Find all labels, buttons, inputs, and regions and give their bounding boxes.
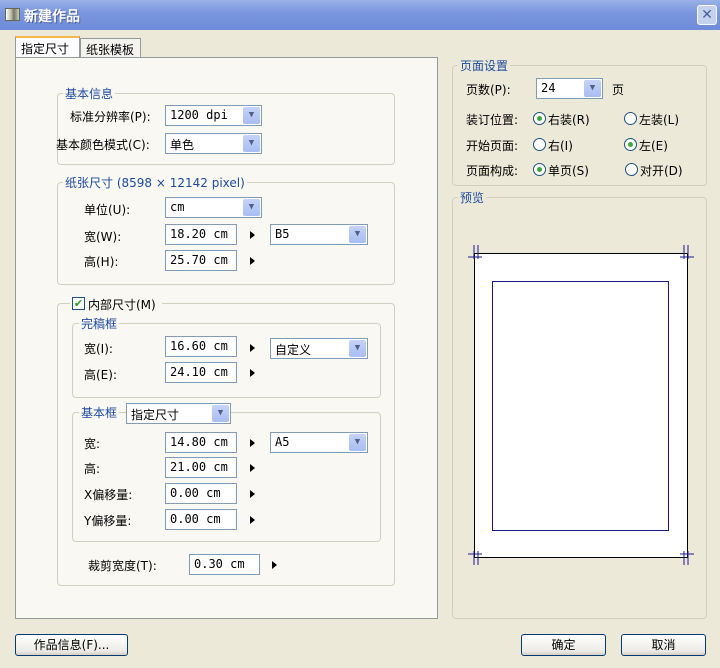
layout-spread-radio[interactable] [625,163,638,176]
chevron-down-icon: ▼ [349,434,366,451]
layout-label: 页面构成: [466,164,519,178]
unit-value: cm [170,200,185,214]
finish-preset-value: 自定义 [275,343,312,357]
basic-info-legend: 基本信息 [63,85,116,102]
basic-width-label: 宽: [84,437,101,451]
ok-button[interactable]: 确定 [521,634,606,656]
start-left-label[interactable]: 左(E) [639,137,668,154]
play-arrow-icon[interactable] [250,369,255,377]
finish-frame-legend: 完稿框 [79,315,120,332]
basic-height-label: 高: [84,462,101,476]
pages-value: 24 [541,81,556,95]
pages-unit: 页 [612,83,625,97]
basic-width-input[interactable]: 14.80 cm [165,432,237,453]
start-page-label: 开始页面: [466,139,519,153]
color-mode-select[interactable]: 单色 ▼ [165,133,262,154]
page-preview [468,245,694,565]
basic-frame-mode-select[interactable]: 指定尺寸 ▼ [126,403,231,424]
chevron-down-icon: ▼ [584,80,601,97]
paper-height-input[interactable]: 25.70 cm [165,250,237,271]
pages-label: 页数(P): [466,83,511,97]
unit-label: 单位(U): [84,203,131,217]
window-title: 新建作品 [24,9,80,25]
resolution-value: 1200 dpi [170,108,228,122]
work-info-button[interactable]: 作品信息(F)... [15,634,128,656]
play-arrow-icon[interactable] [272,561,277,569]
play-arrow-icon[interactable] [250,464,255,472]
chevron-down-icon: ▼ [243,135,260,152]
layout-single-label[interactable]: 单页(S) [548,162,589,179]
basic-frame-mode-value: 指定尺寸 [131,408,180,422]
bleed-input[interactable]: 0.30 cm [189,554,260,575]
finish-height-input[interactable]: 24.10 cm [165,362,237,383]
basic-frame-legend: 基本框 [79,404,120,421]
x-offset-input[interactable]: 0.00 cm [165,483,237,504]
binding-left-label[interactable]: 左装(L) [639,111,679,128]
tab-paper-template[interactable]: 纸张模板 [80,38,141,58]
color-mode-value: 单色 [170,138,195,152]
binding-right-label[interactable]: 右装(R) [548,111,590,128]
chevron-down-icon: ▼ [349,226,366,243]
layout-spread-label[interactable]: 对开(D) [640,162,683,179]
y-offset-input[interactable]: 0.00 cm [165,509,237,530]
binding-right-radio[interactable] [533,112,546,125]
paper-width-label: 宽(W): [84,230,122,244]
pages-select[interactable]: 24 ▼ [536,78,603,99]
play-arrow-icon[interactable] [250,257,255,265]
color-mode-label: 基本颜色模式(C): [56,138,150,152]
start-right-label[interactable]: 右(I) [548,137,573,154]
start-right-radio[interactable] [533,138,546,151]
paper-height-label: 高(H): [84,255,119,269]
finish-height-label: 高(E): [84,368,117,382]
chevron-down-icon: ▼ [243,107,260,124]
finish-width-input[interactable]: 16.60 cm [165,336,237,357]
app-icon [5,8,20,21]
inner-size-label: 内部尺寸(M) [88,298,156,312]
bleed-label: 裁剪宽度(T): [88,559,157,573]
paper-size-legend: 纸张尺寸 (8598 × 12142 pixel) [63,174,247,191]
finish-frame-group [72,323,381,398]
start-left-radio[interactable] [624,138,637,151]
play-arrow-icon[interactable] [250,439,255,447]
paper-preset-value: B5 [275,227,290,241]
preview-legend: 预览 [458,189,487,206]
inner-size-checkbox[interactable]: ✔ [72,297,85,310]
binding-left-radio[interactable] [624,112,637,125]
play-arrow-icon[interactable] [250,344,255,352]
paper-preset-select[interactable]: B5 ▼ [270,224,368,245]
basic-preset-select[interactable]: A5 ▼ [270,432,368,453]
finish-width-label: 宽(I): [84,342,113,356]
play-arrow-icon[interactable] [250,231,255,239]
unit-select[interactable]: cm ▼ [165,197,262,218]
play-arrow-icon[interactable] [250,516,255,524]
chevron-down-icon: ▼ [349,340,366,357]
play-arrow-icon[interactable] [250,490,255,498]
close-button[interactable]: ✕ [697,5,717,25]
tab-specified-size[interactable]: 指定尺寸 [15,36,80,58]
cancel-button[interactable]: 取消 [621,634,706,656]
basic-height-input[interactable]: 21.00 cm [165,457,237,478]
page-settings-legend: 页面设置 [458,57,511,74]
layout-single-radio[interactable] [533,163,546,176]
title-bar [0,0,720,30]
paper-width-input[interactable]: 18.20 cm [165,224,237,245]
y-offset-label: Y偏移量: [84,514,132,528]
chevron-down-icon: ▼ [243,199,260,216]
x-offset-label: X偏移量: [84,488,133,502]
chevron-down-icon: ▼ [212,405,229,422]
resolution-label: 标准分辨率(P): [70,110,151,124]
basic-preset-value: A5 [275,435,290,449]
basic-info-group [57,93,395,165]
finish-preset-select[interactable]: 自定义 ▼ [270,338,368,359]
resolution-select[interactable]: 1200 dpi ▼ [165,105,262,126]
binding-label: 装订位置: [466,113,519,127]
